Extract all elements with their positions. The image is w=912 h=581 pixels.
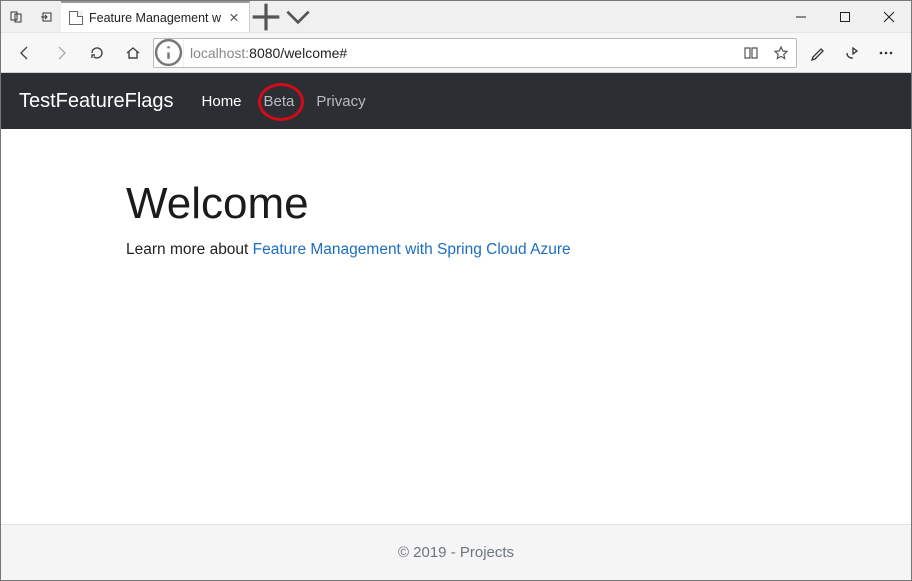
new-tab-button[interactable] — [250, 1, 282, 32]
address-bar[interactable]: localhost:8080/welcome# — [153, 38, 797, 68]
home-button[interactable] — [117, 37, 149, 69]
nav-home[interactable]: Home — [202, 93, 242, 110]
close-window-button[interactable] — [867, 1, 911, 32]
favorite-icon[interactable] — [766, 39, 796, 67]
maximize-button[interactable] — [823, 1, 867, 32]
page-content: Welcome Learn more about Feature Managem… — [1, 129, 911, 524]
footer-text: © 2019 - Projects — [386, 544, 526, 561]
lead-link[interactable]: Feature Management with Spring Cloud Azu… — [253, 241, 571, 258]
browser-toolbar: localhost:8080/welcome# — [1, 33, 911, 73]
more-icon[interactable] — [869, 37, 903, 69]
back-button[interactable] — [9, 37, 41, 69]
url-text[interactable]: localhost:8080/welcome# — [184, 45, 736, 61]
app-navbar: TestFeatureFlags Home Beta Privacy — [1, 73, 911, 129]
recent-activity-icon[interactable] — [1, 1, 31, 32]
site-info-icon[interactable] — [154, 39, 184, 67]
share-icon[interactable] — [835, 37, 869, 69]
page-title: Welcome — [126, 179, 786, 229]
footer: © 2019 - Projects — [1, 524, 911, 580]
nav-beta[interactable]: Beta — [264, 93, 295, 110]
forward-button[interactable] — [45, 37, 77, 69]
refresh-button[interactable] — [81, 37, 113, 69]
nav-privacy[interactable]: Privacy — [316, 93, 365, 110]
page-icon — [69, 11, 83, 25]
tab-title: Feature Management w — [89, 11, 221, 25]
brand[interactable]: TestFeatureFlags — [19, 90, 174, 113]
browser-tab[interactable]: Feature Management w ✕ — [61, 1, 250, 32]
minimize-button[interactable] — [779, 1, 823, 32]
url-host: localhost: — [190, 45, 249, 61]
lead-paragraph: Learn more about Feature Management with… — [126, 241, 786, 259]
nav-menu: Home Beta Privacy — [202, 93, 366, 110]
notes-icon[interactable] — [801, 37, 835, 69]
titlebar: Feature Management w ✕ — [1, 1, 911, 33]
set-aside-tabs-icon[interactable] — [31, 1, 61, 32]
close-tab-icon[interactable]: ✕ — [227, 10, 241, 25]
url-path: 8080/welcome# — [249, 45, 347, 61]
tab-actions-button[interactable] — [282, 1, 314, 32]
reading-view-icon[interactable] — [736, 39, 766, 67]
lead-text: Learn more about — [126, 241, 253, 258]
